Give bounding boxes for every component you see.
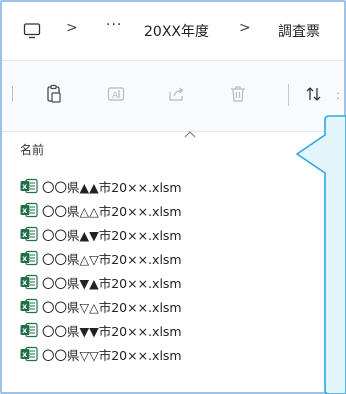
file-name: 〇〇県△▽市20××.xlsm bbox=[42, 251, 182, 267]
svg-text:x: x bbox=[22, 182, 27, 191]
column-header-name[interactable]: 名前 bbox=[20, 141, 44, 158]
file-name: 〇〇県▽△市20××.xlsm bbox=[42, 299, 182, 315]
svg-text:x: x bbox=[22, 326, 27, 335]
file-name: 〇〇県▲▼市20××.xlsm bbox=[42, 227, 182, 243]
file-name: 〇〇県▲▲市20××.xlsm bbox=[42, 179, 182, 195]
svg-text:x: x bbox=[22, 350, 27, 359]
excel-file-icon: x bbox=[20, 226, 38, 242]
excel-file-icon: x bbox=[20, 202, 38, 218]
explorer-window: > ··· 20XX年度 > 調査票 A : 名前 x 〇〇県▲▲市20××.x… bbox=[0, 0, 346, 394]
file-name: 〇〇県▽▽市20××.xlsm bbox=[42, 347, 182, 363]
breadcrumb-item-year[interactable]: 20XX年度 bbox=[144, 21, 209, 41]
paste-icon[interactable] bbox=[44, 84, 64, 104]
excel-file-icon: x bbox=[20, 250, 38, 266]
list-item[interactable]: x 〇〇県▽▽市20××.xlsm bbox=[20, 342, 280, 366]
svg-text:x: x bbox=[22, 302, 27, 311]
list-item[interactable]: x 〇〇県▽△市20××.xlsm bbox=[20, 294, 280, 318]
list-item[interactable]: x 〇〇県△△市20××.xlsm bbox=[20, 198, 280, 222]
file-name: 〇〇県△△市20××.xlsm bbox=[42, 203, 182, 219]
excel-file-icon: x bbox=[20, 322, 38, 338]
delete-icon[interactable] bbox=[228, 84, 248, 104]
list-item[interactable]: x 〇〇県▼▼市20××.xlsm bbox=[20, 318, 280, 342]
sort-ascending-caret-icon bbox=[184, 131, 196, 138]
list-item[interactable]: x 〇〇県▼▲市20××.xlsm bbox=[20, 270, 280, 294]
toolbar-separator bbox=[12, 86, 13, 102]
svg-text:A: A bbox=[112, 91, 119, 101]
breadcrumb-separator[interactable]: > bbox=[66, 20, 78, 36]
svg-text:x: x bbox=[22, 278, 27, 287]
breadcrumb-separator[interactable]: > bbox=[239, 20, 251, 36]
excel-file-icon: x bbox=[20, 274, 38, 290]
file-name: 〇〇県▼▲市20××.xlsm bbox=[42, 275, 182, 291]
list-item[interactable]: x 〇〇県△▽市20××.xlsm bbox=[20, 246, 280, 270]
toolbar-separator bbox=[288, 84, 289, 106]
computer-icon[interactable] bbox=[23, 22, 41, 40]
list-item[interactable]: x 〇〇県▲▲市20××.xlsm bbox=[20, 174, 280, 198]
divider bbox=[2, 131, 344, 132]
excel-file-icon: x bbox=[20, 346, 38, 362]
sort-icon[interactable] bbox=[304, 84, 324, 104]
breadcrumb-item-survey[interactable]: 調査票 bbox=[278, 21, 320, 41]
excel-file-icon: x bbox=[20, 298, 38, 314]
svg-text:x: x bbox=[22, 230, 27, 239]
file-name: 〇〇県▼▼市20××.xlsm bbox=[42, 323, 182, 339]
excel-file-icon: x bbox=[20, 178, 38, 194]
svg-text:x: x bbox=[22, 206, 27, 215]
breadcrumb: > ··· 20XX年度 > 調査票 bbox=[2, 2, 344, 60]
list-item[interactable]: x 〇〇県▲▼市20××.xlsm bbox=[20, 222, 280, 246]
sort-dropdown-indicator[interactable]: : bbox=[336, 88, 340, 102]
svg-text:x: x bbox=[22, 254, 27, 263]
file-list: x 〇〇県▲▲市20××.xlsm x 〇〇県△△市20××.xlsm x 〇〇… bbox=[20, 174, 280, 366]
breadcrumb-more-button[interactable]: ··· bbox=[106, 17, 122, 33]
share-icon[interactable] bbox=[167, 84, 187, 104]
rename-icon[interactable]: A bbox=[106, 84, 126, 104]
